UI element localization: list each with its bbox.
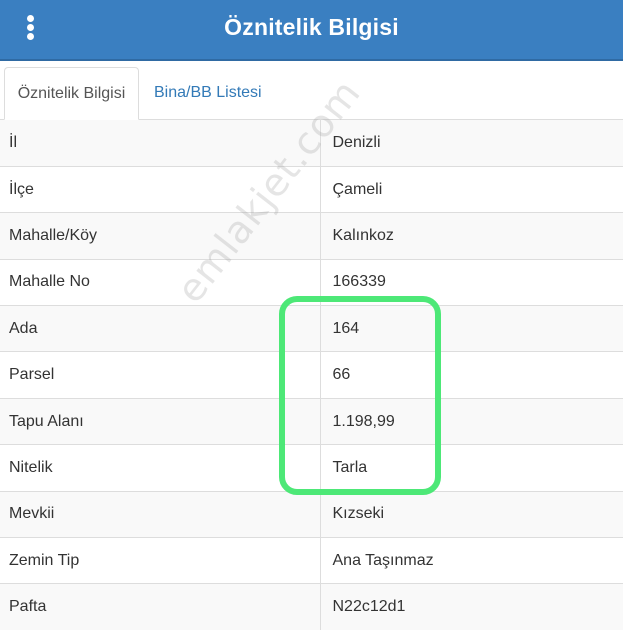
attribute-key: Tapu Alanı: [0, 398, 321, 446]
attribute-value: Tarla: [320, 444, 623, 492]
attribute-key: Parsel: [0, 351, 321, 399]
attribute-key: Zemin Tip: [0, 537, 321, 585]
attribute-value: Ana Taşınmaz: [320, 537, 623, 585]
table-row: Nitelik Tarla: [0, 444, 623, 492]
attribute-info-panel: Öznitelik Bilgisi Öznitelik Bilgisi Bina…: [0, 0, 623, 630]
attribute-value: Kızseki: [320, 491, 623, 539]
attribute-key: Mahalle No: [0, 259, 321, 307]
attribute-key: Pafta: [0, 583, 321, 630]
attribute-table: İl Denizli İlçe Çameli Mahalle/Köy Kalın…: [0, 120, 623, 630]
attribute-key: Ada: [0, 305, 321, 353]
table-row: Mevkii Kızseki: [0, 491, 623, 539]
attribute-value: Denizli: [320, 120, 623, 167]
table-row: Parsel 66: [0, 351, 623, 399]
table-row: Zemin Tip Ana Taşınmaz: [0, 537, 623, 585]
table-row: Pafta N22c12d1: [0, 583, 623, 630]
attribute-value: 164: [320, 305, 623, 353]
attribute-key: İl: [0, 120, 321, 167]
table-row: İl Denizli: [0, 120, 623, 167]
table-row: Mahalle/Köy Kalınkoz: [0, 212, 623, 260]
table-row: Ada 164: [0, 305, 623, 353]
tab-building-list[interactable]: Bina/BB Listesi: [144, 67, 272, 120]
table-row: Mahalle No 166339: [0, 259, 623, 307]
table-row: Tapu Alanı 1.198,99: [0, 398, 623, 446]
attribute-value: Çameli: [320, 166, 623, 214]
tab-attribute-info[interactable]: Öznitelik Bilgisi: [4, 67, 139, 120]
attribute-value: N22c12d1: [320, 583, 623, 630]
attribute-value: 166339: [320, 259, 623, 307]
attribute-key: Mevkii: [0, 491, 321, 539]
tab-bar: Öznitelik Bilgisi Bina/BB Listesi: [0, 61, 623, 120]
table-row: İlçe Çameli: [0, 166, 623, 214]
attribute-value: 66: [320, 351, 623, 399]
app-header: Öznitelik Bilgisi: [0, 0, 623, 61]
attribute-key: İlçe: [0, 166, 321, 214]
attribute-key: Mahalle/Köy: [0, 212, 321, 260]
attribute-key: Nitelik: [0, 444, 321, 492]
attribute-value: Kalınkoz: [320, 212, 623, 260]
page-title: Öznitelik Bilgisi: [224, 14, 399, 40]
attribute-value: 1.198,99: [320, 398, 623, 446]
